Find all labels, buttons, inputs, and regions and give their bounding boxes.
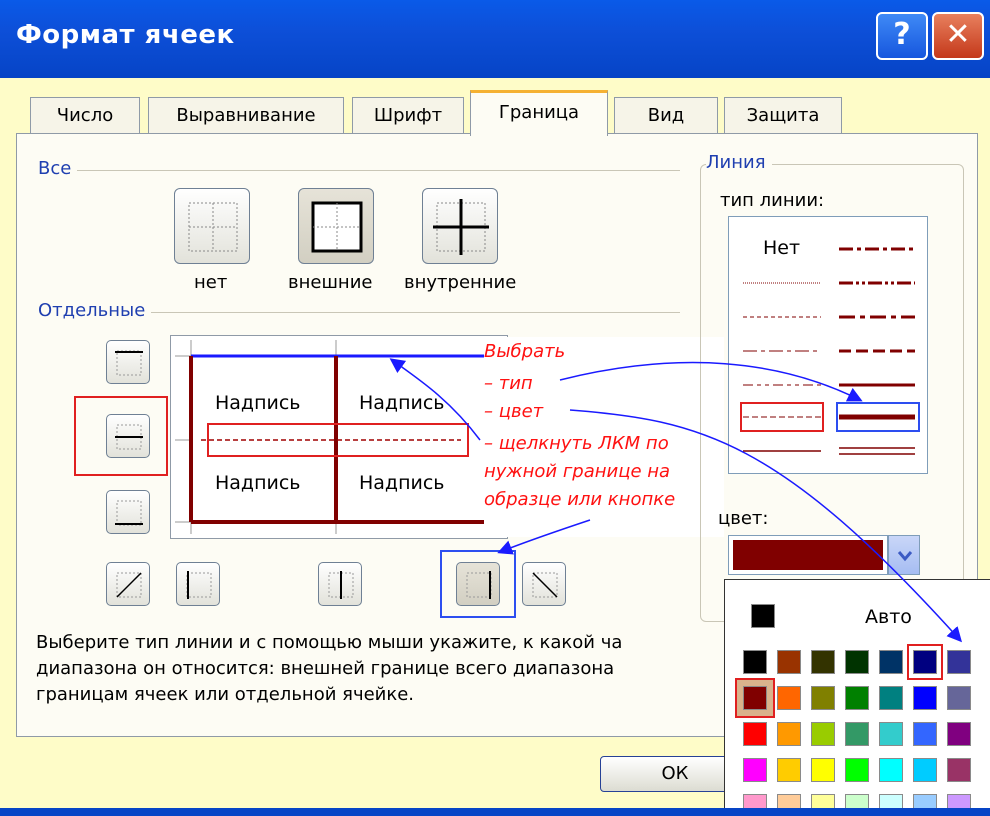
tab-border[interactable]: Граница: [470, 90, 608, 136]
line-color-dropdown[interactable]: [728, 535, 888, 575]
annotation-line: – щелкнуть ЛКМ по: [484, 433, 669, 454]
highlight-thick-style: [836, 402, 920, 432]
presets-group-label: Все: [38, 158, 78, 179]
line-style-list[interactable]: Нет: [728, 216, 928, 474]
annotation-line: образце или кнопке: [484, 489, 676, 510]
tab-protection[interactable]: Защита: [724, 97, 842, 133]
preview-cell-label: Надпись: [215, 392, 301, 414]
palette-color-swatch[interactable]: [811, 650, 835, 674]
highlight-dashed-style: [740, 402, 824, 432]
window-bottom-edge: [0, 808, 990, 816]
title-bar: Формат ячеек ? ✕: [0, 0, 990, 78]
palette-color-swatch[interactable]: [743, 686, 767, 710]
palette-color-swatch[interactable]: [913, 722, 937, 746]
palette-color-swatch[interactable]: [845, 722, 869, 746]
palette-color-swatch[interactable]: [777, 758, 801, 782]
border-diagonal-up-button[interactable]: [106, 562, 150, 606]
palette-color-swatch[interactable]: [777, 650, 801, 674]
dialog-title: Формат ячеек: [16, 20, 235, 50]
preview-borders: [175, 340, 507, 534]
palette-color-swatch[interactable]: [947, 722, 971, 746]
border-middle-vertical-icon: [328, 571, 354, 599]
palette-color-swatch[interactable]: [845, 650, 869, 674]
border-group-label: Отдельные: [38, 300, 152, 321]
preset-none-icon: [188, 202, 238, 252]
palette-color-swatch[interactable]: [811, 722, 835, 746]
palette-color-swatch[interactable]: [777, 722, 801, 746]
preset-none-button[interactable]: [174, 188, 250, 264]
preset-outline-label: внешние: [288, 272, 373, 293]
auto-color-swatch[interactable]: [751, 604, 775, 628]
palette-color-swatch[interactable]: [913, 686, 937, 710]
preset-none-label: нет: [194, 272, 228, 293]
line-style-samples: [743, 247, 915, 455]
line-style-label: тип линии:: [720, 190, 825, 211]
preview-cell-label: Надпись: [359, 392, 445, 414]
tab-font[interactable]: Шрифт: [352, 97, 464, 133]
preset-inside-label: внутренние: [404, 272, 517, 293]
instructions-text: Выберите тип линии и с помощью мыши укаж…: [36, 630, 622, 708]
border-bottom-icon: [115, 500, 143, 526]
palette-color-swatch[interactable]: [777, 686, 801, 710]
line-group-label: Линия: [706, 152, 772, 173]
palette-color-swatch[interactable]: [913, 758, 937, 782]
palette-color-swatch[interactable]: [879, 722, 903, 746]
palette-color-swatch[interactable]: [743, 650, 767, 674]
highlight-middle-button: [74, 396, 168, 476]
diagonal-down-icon: [532, 572, 558, 598]
palette-color-swatch[interactable]: [879, 686, 903, 710]
border-preview[interactable]: Надпись Надпись Надпись Надпись: [170, 335, 508, 539]
instructions-line: Выберите тип линии и с помощью мыши укаж…: [36, 632, 623, 653]
selected-color-swatch: [733, 540, 883, 570]
highlight-right-button: [440, 550, 516, 618]
border-middle-vertical-button[interactable]: [318, 562, 362, 606]
palette-color-swatch[interactable]: [845, 758, 869, 782]
palette-color-swatch[interactable]: [743, 758, 767, 782]
preview-cell-label: Надпись: [215, 472, 301, 494]
palette-color-swatch[interactable]: [811, 758, 835, 782]
border-left-icon: [186, 571, 212, 599]
border-top-button[interactable]: [106, 340, 150, 384]
preview-cell-label: Надпись: [359, 472, 445, 494]
annotation-line: нужной границе на: [484, 461, 671, 482]
help-button[interactable]: ?: [876, 12, 928, 60]
palette-color-swatch[interactable]: [743, 722, 767, 746]
border-diagonal-down-button[interactable]: [522, 562, 566, 606]
close-button[interactable]: ✕: [932, 12, 984, 60]
chevron-down-icon: [897, 551, 913, 562]
instruction-annotation: Выбрать – тип – цвет – щелкнуть ЛКМ по н…: [484, 337, 724, 537]
palette-color-swatch[interactable]: [811, 686, 835, 710]
palette-color-swatch[interactable]: [879, 758, 903, 782]
instructions-line: диапазона он относится: внешней границе …: [36, 658, 615, 679]
instructions-line: границам ячеек или отдельной ячейке.: [36, 684, 415, 705]
tab-number[interactable]: Число: [30, 97, 140, 133]
preset-inside-button[interactable]: [422, 188, 498, 264]
color-palette: Авто: [724, 579, 990, 816]
annotation-line: – цвет: [484, 401, 544, 422]
palette-color-swatch[interactable]: [947, 650, 971, 674]
annotation-line: Выбрать: [484, 341, 566, 362]
tab-alignment[interactable]: Выравнивание: [148, 97, 344, 133]
border-top-icon: [115, 350, 143, 376]
annotation-line: – тип: [484, 373, 533, 394]
preset-outline-icon: [311, 201, 363, 253]
preset-inside-icon: [433, 199, 489, 255]
preset-outline-button[interactable]: [298, 188, 374, 264]
presets-separator: [40, 170, 680, 171]
format-cells-dialog: Формат ячеек ? ✕ Число Выравнивание Шриф…: [0, 0, 990, 816]
palette-color-swatch[interactable]: [879, 650, 903, 674]
color-dropdown-arrow[interactable]: [888, 535, 920, 575]
palette-color-swatch[interactable]: [845, 686, 869, 710]
highlight-target-swatch: [907, 644, 943, 680]
tab-fill[interactable]: Вид: [614, 97, 718, 133]
palette-color-swatch[interactable]: [947, 758, 971, 782]
border-bottom-button[interactable]: [106, 490, 150, 534]
diagonal-up-icon: [116, 572, 142, 598]
line-color-label: цвет:: [718, 508, 769, 529]
border-left-button[interactable]: [176, 562, 220, 606]
palette-color-swatch[interactable]: [947, 686, 971, 710]
auto-color-label[interactable]: Авто: [865, 606, 912, 628]
